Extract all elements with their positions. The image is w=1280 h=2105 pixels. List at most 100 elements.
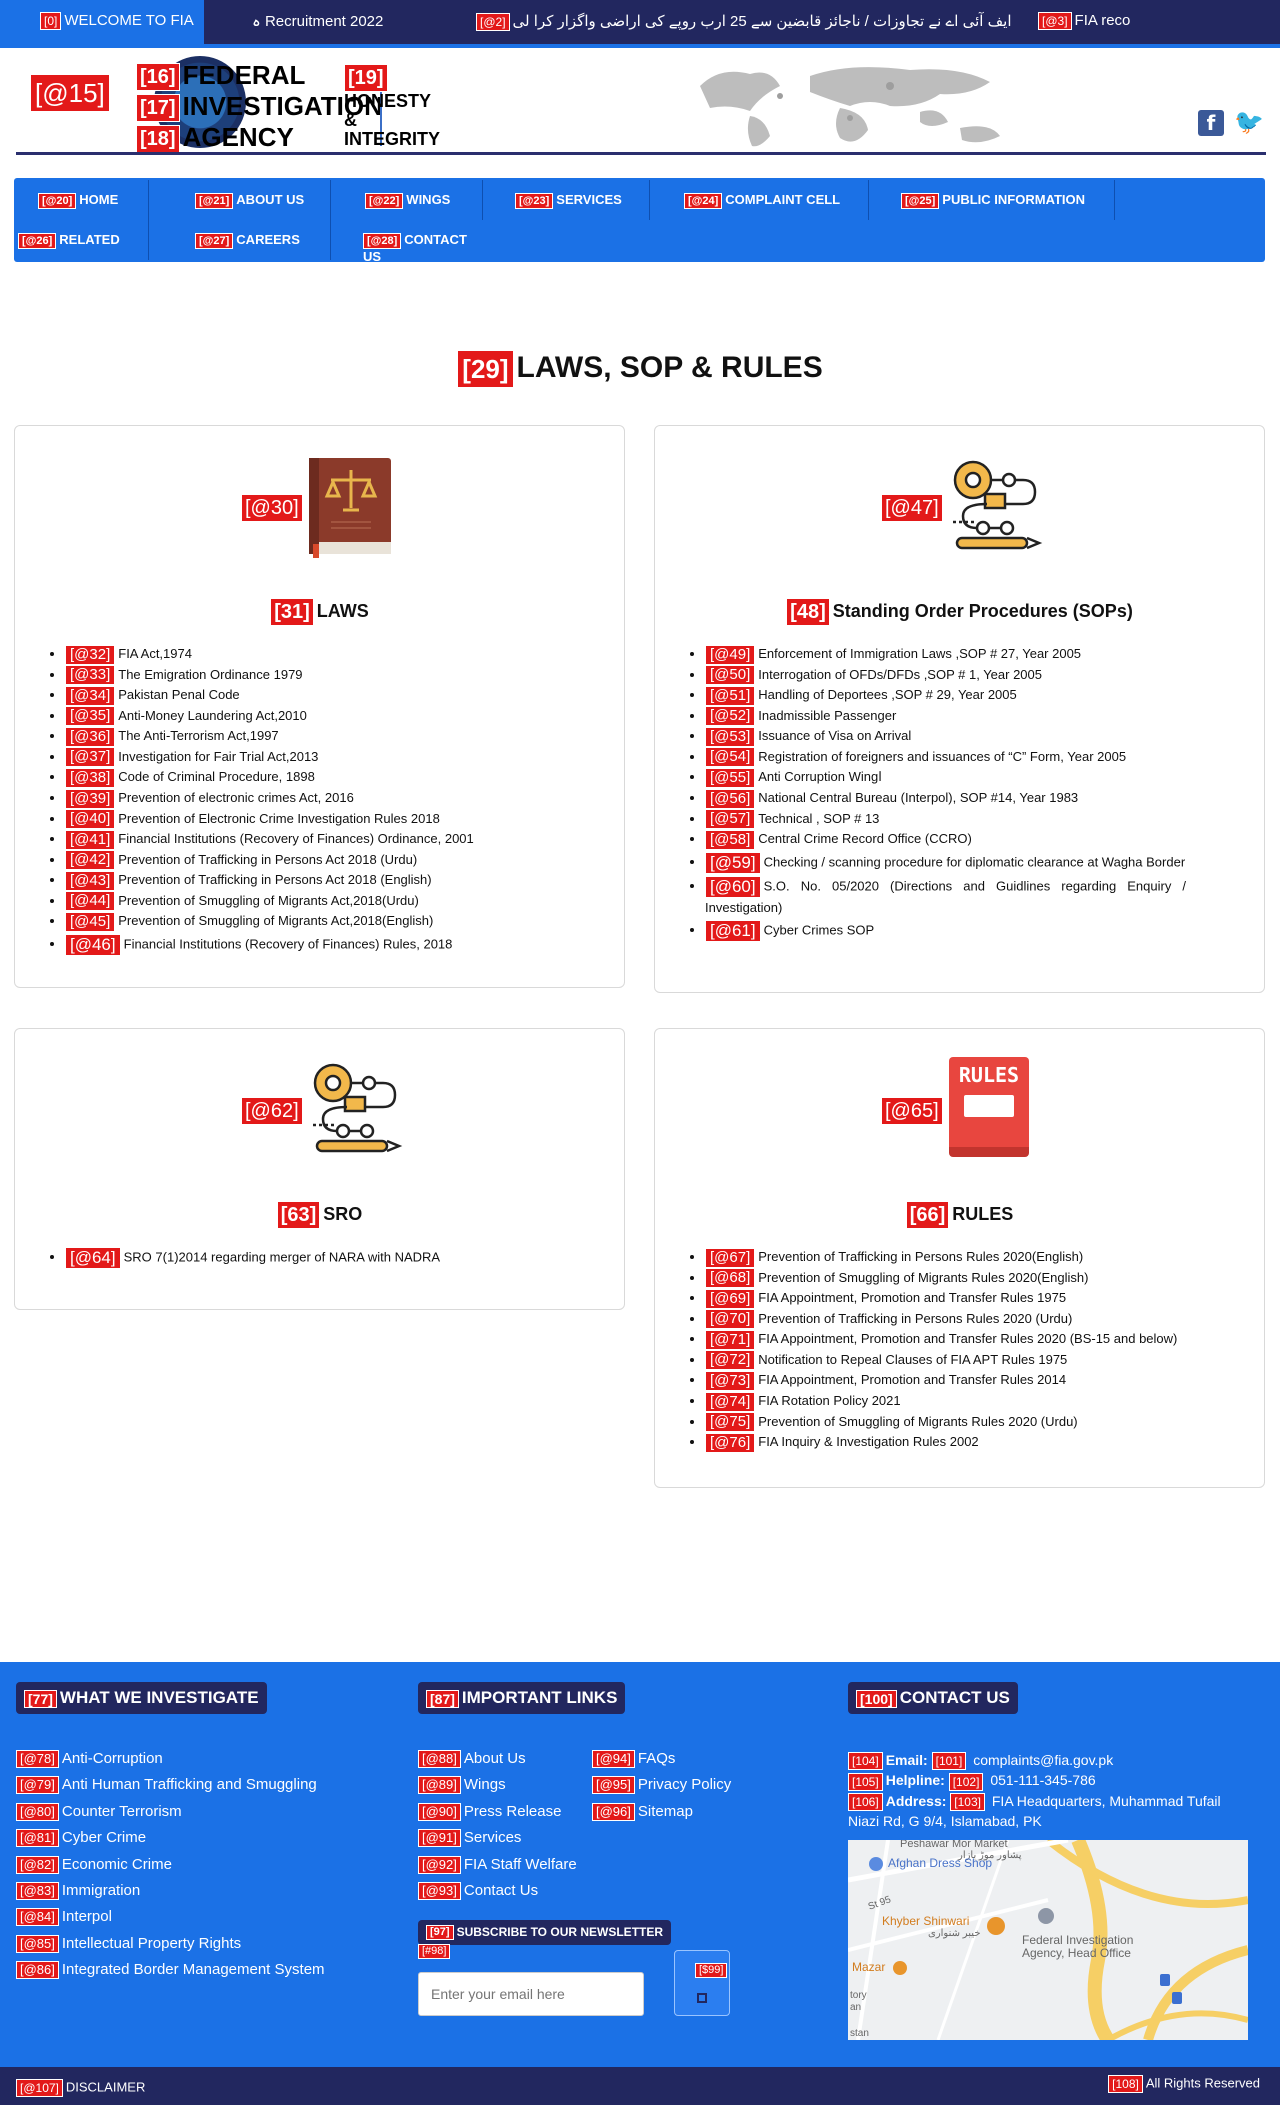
footer-link[interactable]: [@90] Press Release [418,1799,577,1825]
list-item[interactable]: [@71]FIA Appointment, Promotion and Tran… [705,1329,1186,1350]
map-label: stan [850,2028,869,2039]
footer-heading-investigate: [77] WHAT WE INVESTIGATE [16,1682,267,1714]
ticker-item[interactable]: [0] WELCOME TO FIA [0,0,204,44]
list-item[interactable]: [@32]FIA Act,1974 [65,644,546,665]
list-item[interactable]: [@61]Cyber Crimes SOP [705,919,1186,942]
location-map[interactable]: Peshawar Mor Market پشاور موڑ بازار Afgh… [848,1840,1248,2040]
footer-link[interactable]: [@82] Economic Crime [16,1852,325,1878]
logo-link[interactable]: [@15] [30,74,110,112]
ticker-item[interactable]: [@2] ایف آئی اے نے تجاوزات / ناجائز قابضی… [476,12,1012,32]
footer-link[interactable]: [@78] Anti-Corruption [16,1746,325,1772]
list-item[interactable]: [@75]Prevention of Smuggling of Migrants… [705,1412,1186,1433]
list-item[interactable]: [@58]Central Crime Record Office (CCRO) [705,829,1186,850]
list-item[interactable]: [@59]Checking / scanning procedure for d… [705,851,1186,874]
list-item[interactable]: [@37]Investigation for Fair Trial Act,20… [65,747,546,768]
ticker-item[interactable]: [@3] FIA reco [1038,12,1131,31]
nav-complaint-cell[interactable]: [@24] COMPLAINT CELL [650,180,869,220]
list-item[interactable]: [@51]Handling of Deportees ,SOP # 29, Ye… [705,685,1186,706]
list-item[interactable]: [@43]Prevention of Trafficking in Person… [65,870,546,891]
footer-link[interactable]: [@80] Counter Terrorism [16,1799,325,1825]
footer-link[interactable]: [@92] FIA Staff Welfare [418,1852,577,1878]
rules-title: [66] RULES [655,1201,1264,1229]
list-item[interactable]: [@64]SRO 7(1)2014 regarding merger of NA… [65,1247,546,1269]
nav-public-information[interactable]: [@25] PUBLIC INFORMATION [869,180,1115,220]
footer-link[interactable]: [@88] About Us [418,1746,577,1772]
map-label: Khyber Shinwari [882,1914,970,1928]
footer-link[interactable]: [@86] Integrated Border Management System [16,1957,325,1983]
newsletter-heading: [97] SUBSCRIBE TO OUR NEWSLETTER [418,1920,672,1946]
ticker-text: FIA reco [1074,12,1131,29]
list-item[interactable]: [@54]Registration of foreigners and issu… [705,747,1186,768]
title-tag: [29] [457,350,514,388]
list-item[interactable]: [@36]The Anti-Terrorism Act,1997 [65,726,546,747]
important-links-list-2: [@94] FAQs [@95] Privacy Policy [@96] Sitem… [592,1746,731,1825]
laws-icon-link[interactable]: [@30] [241,494,303,522]
nav-home[interactable]: [@20] HOME [14,180,149,220]
list-item[interactable]: [@60]S.O. No. 05/2020 (Directions and Gu… [705,875,1186,918]
list-item[interactable]: [@44]Prevention of Smuggling of Migrants… [65,891,546,912]
nav-label: ABOUT US [236,192,305,207]
helpline-link[interactable]: 051-111-345-786 [990,1772,1095,1788]
footer-link[interactable]: [@81] Cyber Crime [16,1825,325,1851]
list-item[interactable]: [@41]Financial Institutions (Recovery of… [65,829,546,850]
list-item[interactable]: [@50]Interrogation of OFDs/DFDs ,SOP # 1… [705,665,1186,686]
newsletter-email-input[interactable] [418,1972,644,2016]
list-item[interactable]: [@76]FIA Inquiry & Investigation Rules 2… [705,1432,1186,1453]
footer-link[interactable]: [@93] Contact Us [418,1878,577,1904]
list-item[interactable]: [@38]Code of Criminal Procedure, 1898 [65,767,546,788]
facebook-icon[interactable]: f [1198,110,1224,136]
list-item[interactable]: [@39]Prevention of electronic crimes Act… [65,788,546,809]
list-item[interactable]: [@67]Prevention of Trafficking in Person… [705,1247,1186,1268]
nav-services[interactable]: [@23] SERVICES [483,180,650,220]
list-item[interactable]: [@57]Technical , SOP # 13 [705,809,1186,830]
sro-icon-link[interactable]: [@62] [241,1097,303,1125]
laws-title: [31] LAWS [15,598,624,626]
list-item[interactable]: [@53]Issuance of Visa on Arrival [705,726,1186,747]
footer-link[interactable]: [@83] Immigration [16,1878,325,1904]
list-item[interactable]: [@73]FIA Appointment, Promotion and Tran… [705,1370,1186,1391]
list-item[interactable]: [@56]National Central Bureau (Interpol),… [705,788,1186,809]
map-label: tory [850,1990,867,2001]
list-item[interactable]: [@34]Pakistan Penal Code [65,685,546,706]
list-item[interactable]: [@33]The Emigration Ordinance 1979 [65,665,546,686]
rules-book-plate [964,1095,1014,1117]
sro-title-text: SRO [323,1203,363,1224]
footer-link[interactable]: [@89] Wings [418,1772,577,1798]
footer-link[interactable]: [@85] Intellectual Property Rights [16,1931,325,1957]
disclaimer-link[interactable]: [@107] DISCLAIMER [16,2079,145,2097]
list-item[interactable]: [@68]Prevention of Smuggling of Migrants… [705,1268,1186,1289]
nav-wings[interactable]: [@22] WINGS [331,180,483,220]
ticker-item[interactable]: ہ Recruitment 2022 [252,12,383,30]
footer-link[interactable]: [@95] Privacy Policy [592,1772,731,1798]
twitter-icon[interactable]: 🐦 [1234,110,1264,136]
list-item[interactable]: [@72]Notification to Repeal Clauses of F… [705,1350,1186,1371]
rules-icon-link[interactable]: [@65] [881,1097,943,1125]
site-footer: [77] WHAT WE INVESTIGATE [@78] Anti-Corrup… [0,1662,1280,2067]
sro-title: [63] SRO [15,1201,624,1229]
sops-icon-link[interactable]: [@47] [881,494,943,522]
list-item[interactable]: [@69]FIA Appointment, Promotion and Tran… [705,1288,1186,1309]
list-item[interactable]: [@70]Prevention of Trafficking in Person… [705,1309,1186,1330]
list-item[interactable]: [@42]Prevention of Trafficking in Person… [65,850,546,871]
list-item[interactable]: [@45]Prevention of Smuggling of Migrants… [65,911,546,932]
nav-about-us[interactable]: [@21] ABOUT US [149,180,331,220]
nav-tag: [@22] [365,192,404,209]
list-item[interactable]: [@55]Anti Corruption Wingا [705,767,1186,788]
list-item[interactable]: [@74]FIA Rotation Policy 2021 [705,1391,1186,1412]
footer-link[interactable]: [@94] FAQs [592,1746,731,1772]
list-item[interactable]: [@40]Prevention of Electronic Crime Inve… [65,809,546,830]
process-gear-icon [313,1063,403,1153]
nav-related[interactable]: [@26] RELATED [14,220,149,260]
footer-link[interactable]: [@84] Interpol [16,1904,325,1930]
list-item[interactable]: [@35]Anti-Money Laundering Act,2010 [65,706,546,727]
nav-contact-us[interactable]: [@28] CONTACT US [331,220,483,264]
nav-careers[interactable]: [@27] CAREERS [149,220,331,260]
footer-link[interactable]: [@79] Anti Human Trafficking and Smugglin… [16,1772,325,1798]
subscribe-button[interactable]: [$99] [674,1950,730,2016]
footer-link[interactable]: [@91] Services [418,1825,577,1851]
email-link[interactable]: complaints@fia.gov.pk [973,1752,1113,1768]
footer-link[interactable]: [@96] Sitemap [592,1799,731,1825]
list-item[interactable]: [@46]Financial Institutions (Recovery of… [65,933,546,956]
list-item[interactable]: [@49]Enforcement of Immigration Laws ,SO… [705,644,1186,665]
list-item[interactable]: [@52]Inadmissible Passenger [705,706,1186,727]
